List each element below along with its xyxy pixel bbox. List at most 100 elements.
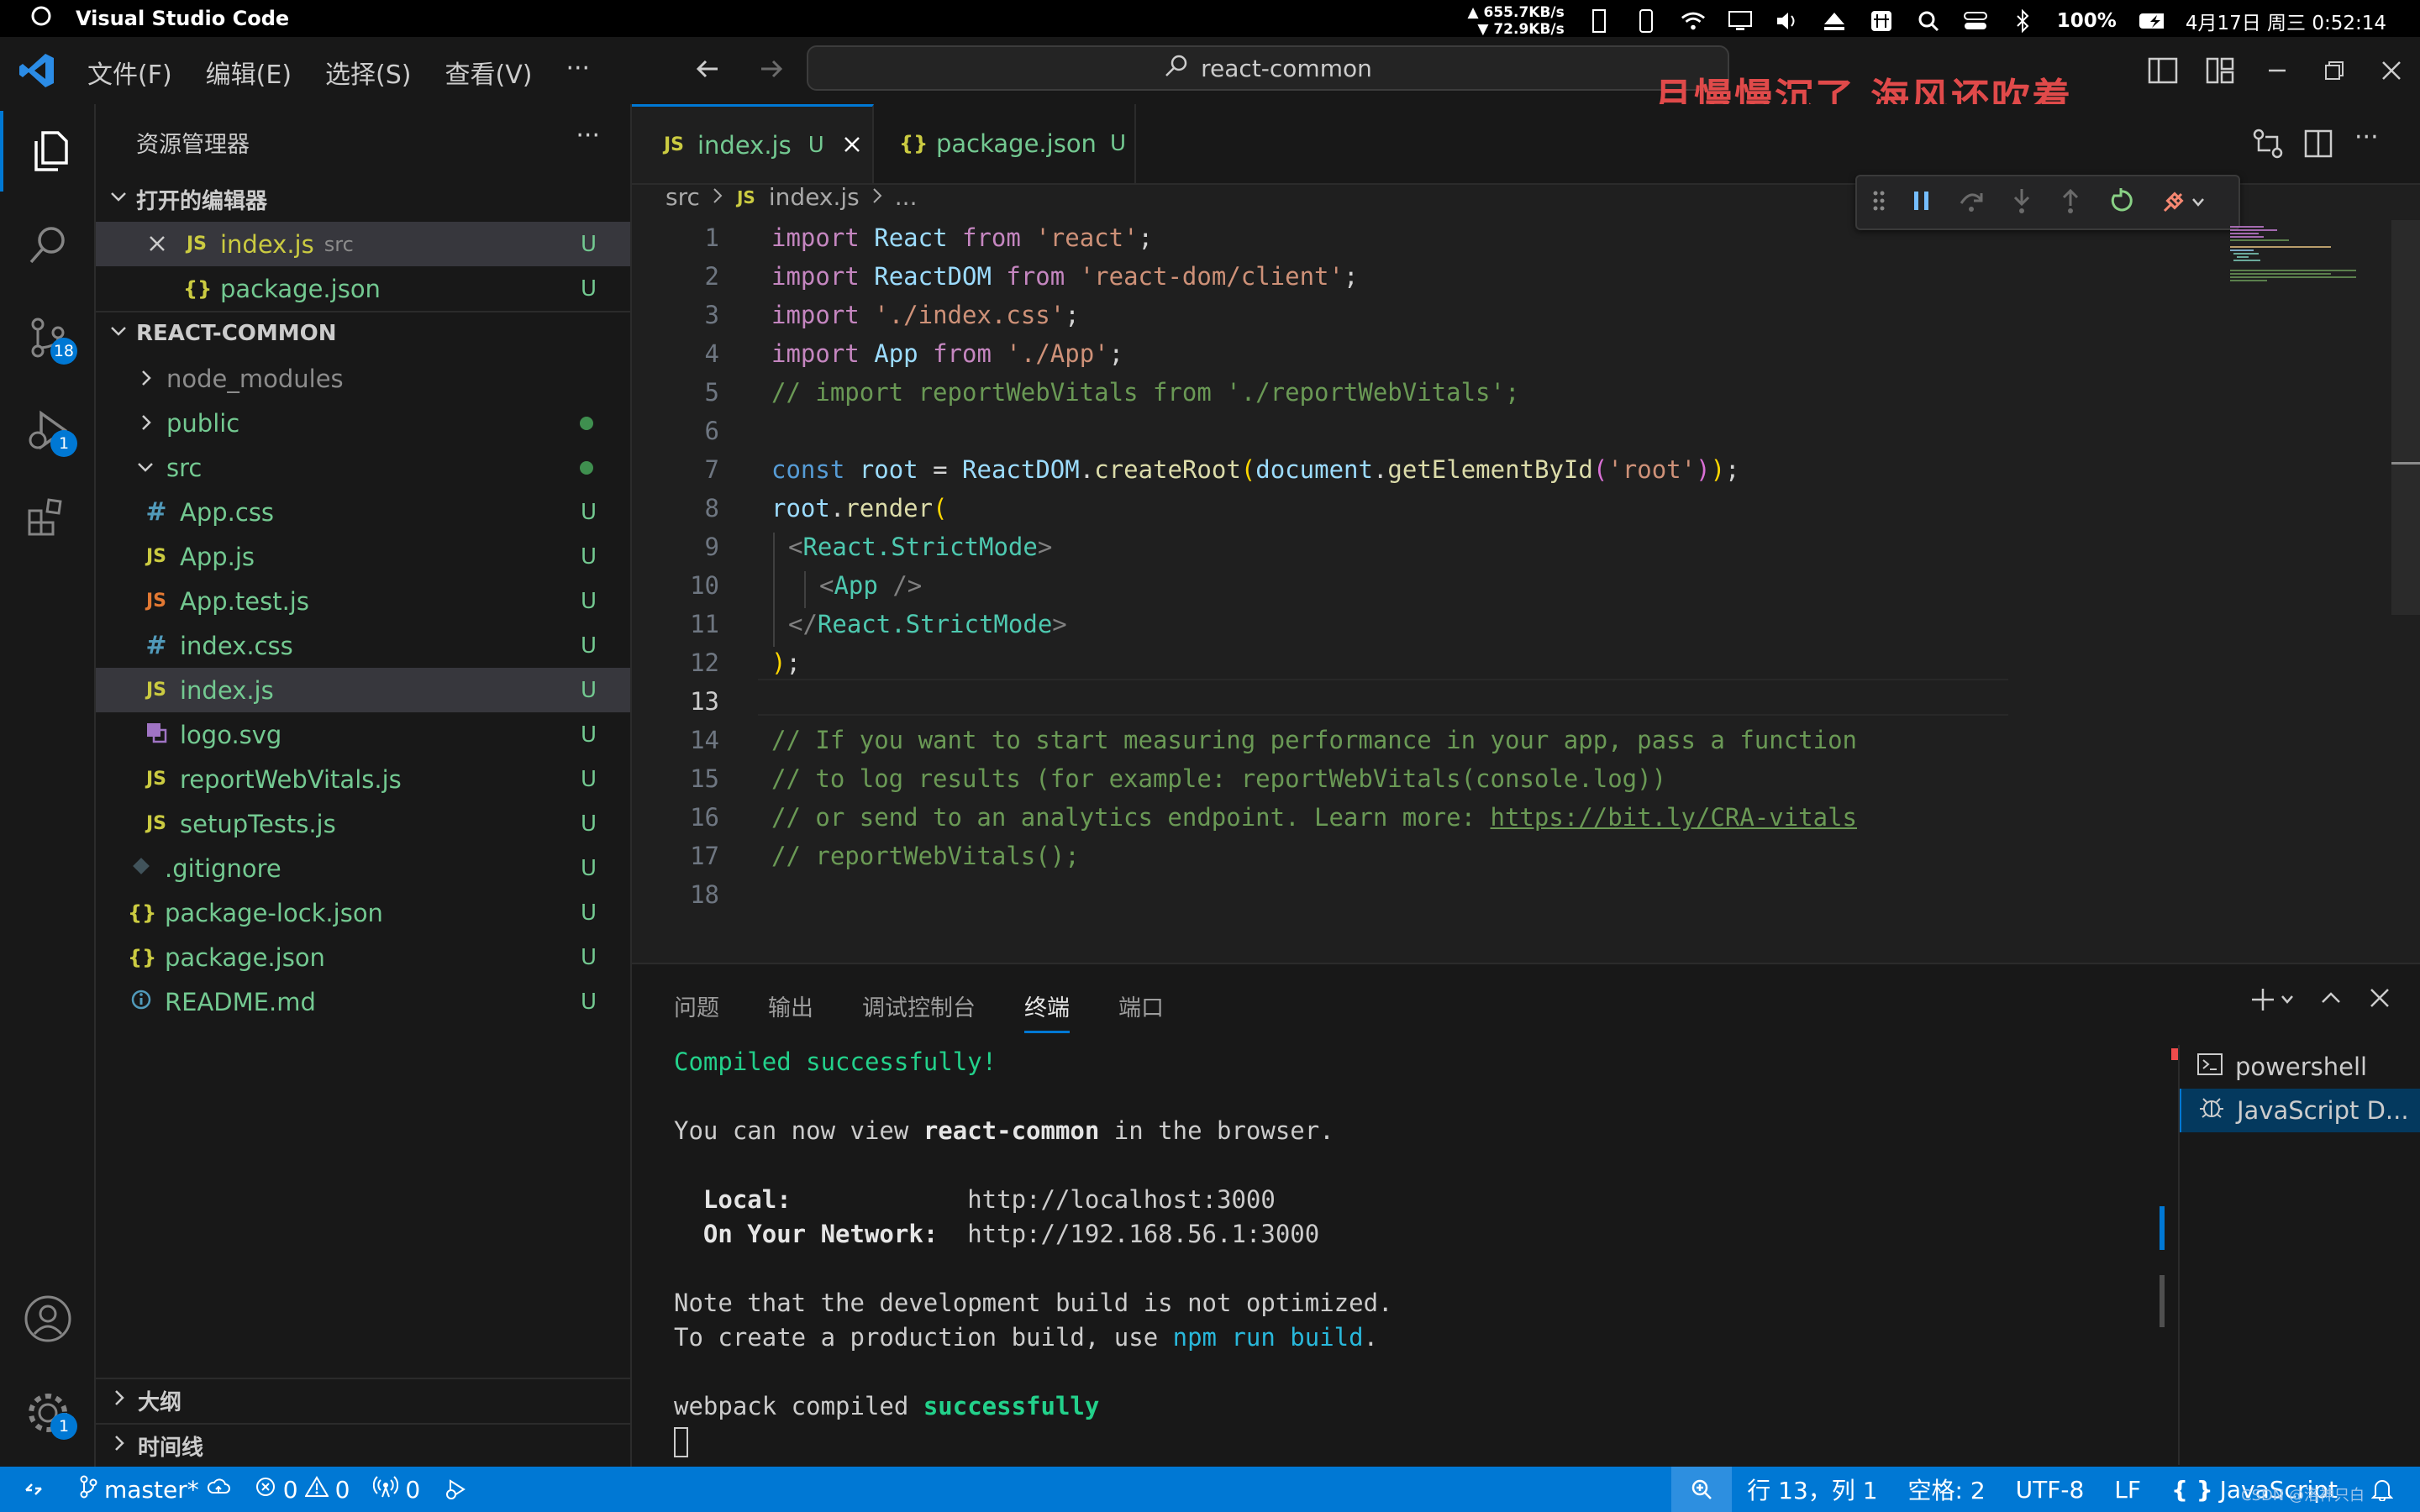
debug-launch-icon[interactable]	[432, 1467, 481, 1512]
cursor-position[interactable]: 行 13，列 1	[1732, 1467, 1892, 1512]
ports-status[interactable]: 0	[361, 1467, 432, 1512]
code-editor[interactable]: 1 2 3 4 5 6 7 8 9 10 11 12 13 14 15 16 1…	[632, 220, 2212, 959]
minimize-window-icon[interactable]	[2249, 59, 2306, 82]
phone-icon[interactable]	[1634, 8, 1659, 34]
tab-problems[interactable]: 问题	[674, 990, 719, 1033]
menu-selection[interactable]: 选择(S)	[325, 54, 411, 91]
tree-file-app-css[interactable]: # App.css U	[96, 490, 630, 534]
terminal-output[interactable]: Compiled successfully! You can now view …	[674, 1045, 1393, 1458]
tree-folder-node-modules[interactable]: node_modules	[96, 356, 630, 401]
tree-file-logo-svg[interactable]: logo.svg U	[96, 712, 630, 757]
end-of-line[interactable]: LF	[2099, 1467, 2156, 1512]
sidebar-more-button[interactable]: ···	[576, 121, 600, 150]
tree-file-setup-tests[interactable]: JS setupTests.js U	[96, 801, 630, 846]
restore-window-icon[interactable]	[2306, 59, 2363, 82]
battery-icon[interactable]	[2139, 8, 2164, 34]
terminal-item-js-debug[interactable]: JavaScript D...	[2180, 1089, 2420, 1132]
open-editor-item[interactable]: {} package.json U	[96, 266, 630, 311]
indentation[interactable]: 空格: 2	[1893, 1467, 2001, 1512]
bluetooth-icon[interactable]	[2010, 8, 2035, 34]
new-terminal-plus-icon[interactable]	[2250, 987, 2294, 1012]
drag-handle-icon[interactable]	[1872, 189, 1886, 216]
forward-arrow-icon[interactable]	[758, 55, 785, 86]
menu-file[interactable]: 文件(F)	[87, 54, 172, 91]
tree-file-gitignore[interactable]: .gitignore U	[96, 846, 630, 890]
disconnect-icon[interactable]	[2160, 189, 2205, 216]
close-icon[interactable]	[148, 230, 166, 259]
step-out-icon[interactable]	[2059, 187, 2082, 218]
close-icon[interactable]	[843, 131, 861, 160]
os-datetime[interactable]: 4月17日 周三 0:52:14	[2186, 7, 2386, 35]
close-window-icon[interactable]	[2363, 59, 2420, 82]
step-over-icon[interactable]	[1958, 188, 1985, 217]
grid-app-icon[interactable]	[1869, 8, 1894, 34]
zoom-icon[interactable]	[1671, 1467, 1733, 1512]
outline-header[interactable]: 大纲	[96, 1378, 630, 1421]
tab-package-json[interactable]: {} package.json U	[874, 104, 1136, 183]
menu-view[interactable]: 查看(V)	[445, 54, 533, 91]
breadcrumb-file[interactable]: index.js	[769, 183, 860, 211]
timeline-header[interactable]: 时间线	[96, 1423, 630, 1467]
tree-folder-src[interactable]: src	[96, 445, 630, 490]
restart-icon[interactable]	[2107, 187, 2134, 218]
tree-file-app-test-js[interactable]: JS App.test.js U	[96, 579, 630, 623]
source-control-icon[interactable]: 18	[0, 297, 96, 378]
encoding[interactable]: UTF-8	[2001, 1467, 2100, 1512]
compare-changes-icon[interactable]	[2252, 128, 2284, 163]
scrollbar-thumb[interactable]	[2391, 220, 2420, 615]
terminal-url[interactable]: http://localhost:3000	[967, 1185, 1276, 1214]
step-into-icon[interactable]	[2010, 187, 2033, 218]
customize-layout-icon[interactable]	[2191, 57, 2249, 84]
maximize-panel-icon[interactable]	[2319, 986, 2343, 1013]
menu-more[interactable]: ···	[566, 54, 590, 91]
tree-file-package-json[interactable]: {} package.json U	[96, 935, 630, 979]
run-debug-icon[interactable]: 1	[0, 390, 96, 470]
close-panel-icon[interactable]	[2368, 986, 2391, 1013]
ime-icon[interactable]	[1586, 8, 1612, 34]
os-app-circle-icon[interactable]	[30, 5, 52, 32]
back-arrow-icon[interactable]	[694, 55, 721, 86]
explorer-icon[interactable]	[0, 111, 96, 192]
search-view-icon[interactable]	[0, 205, 96, 286]
menu-edit[interactable]: 编辑(E)	[206, 54, 292, 91]
tree-file-readme[interactable]: README.md U	[96, 979, 630, 1024]
editor-scrollbar[interactable]	[2391, 220, 2420, 959]
problems-status[interactable]: 0 0	[243, 1467, 362, 1512]
tree-file-index-css[interactable]: # index.css U	[96, 623, 630, 668]
branch-status[interactable]: master*	[67, 1467, 243, 1512]
display-icon[interactable]	[1728, 8, 1753, 34]
minimap[interactable]	[2223, 220, 2391, 287]
split-editor-icon[interactable]	[2304, 129, 2333, 161]
open-editors-header[interactable]: 打开的编辑器	[96, 178, 630, 220]
breadcrumb-folder[interactable]: src	[666, 183, 700, 211]
remote-indicator-icon[interactable]	[0, 1467, 67, 1512]
extensions-icon[interactable]	[0, 477, 96, 558]
tree-folder-public[interactable]: public	[96, 401, 630, 445]
tab-debug-console[interactable]: 调试控制台	[862, 990, 976, 1033]
code-link[interactable]: https://bit.ly/CRA-vitals	[1491, 803, 1858, 832]
breadcrumb-rest[interactable]: ...	[895, 183, 918, 211]
volume-icon[interactable]	[1775, 8, 1800, 34]
terminal-url[interactable]: http://192.168.56.1:3000	[967, 1220, 1319, 1248]
editor-more-actions-icon[interactable]: ···	[2354, 123, 2379, 152]
command-center-search[interactable]: react-common	[807, 45, 1729, 91]
tree-file-report-web-vitals[interactable]: JS reportWebVitals.js U	[96, 757, 630, 801]
tree-file-package-lock[interactable]: {} package-lock.json U	[96, 890, 630, 935]
manage-gear-icon[interactable]: 1	[0, 1373, 96, 1453]
tree-file-app-js[interactable]: JS App.js U	[96, 534, 630, 579]
terminal-item-powershell[interactable]: powershell	[2180, 1045, 2420, 1089]
tree-file-index-js[interactable]: JS index.js U	[96, 668, 630, 712]
control-center-icon[interactable]	[1963, 8, 1988, 34]
tab-output[interactable]: 输出	[768, 990, 813, 1033]
eject-icon[interactable]	[1822, 8, 1847, 34]
accounts-icon[interactable]	[0, 1278, 96, 1359]
sync-cloud-icon[interactable]	[206, 1476, 231, 1504]
project-header[interactable]: REACT-COMMON	[96, 311, 630, 354]
tab-terminal[interactable]: 终端	[1024, 990, 1070, 1033]
spotlight-search-icon[interactable]	[1916, 8, 1941, 34]
pause-icon[interactable]	[1911, 188, 1933, 217]
open-editor-item[interactable]: JS index.js src U	[96, 222, 630, 266]
toggle-primary-sidebar-icon[interactable]	[2134, 57, 2191, 84]
wifi-icon[interactable]	[1681, 8, 1706, 34]
tab-index-js[interactable]: JS index.js U	[632, 104, 874, 183]
